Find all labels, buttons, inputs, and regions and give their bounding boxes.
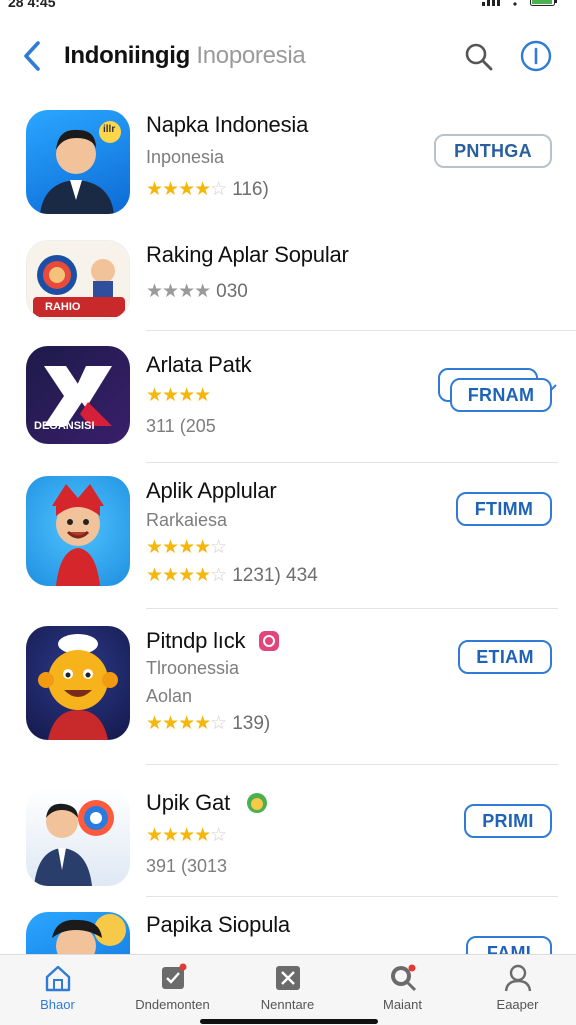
app-name: Arlata Patk (146, 352, 252, 377)
status-time: 28 4:45 (8, 0, 56, 10)
tab-label: Maiant (382, 997, 423, 1012)
battery-icon (530, 0, 557, 6)
get-button[interactable]: FAMI (466, 936, 552, 956)
app-name: Napka Indonesia (146, 112, 309, 137)
list-item[interactable]: illr Napka Indonesia Inponesia ★★★★☆ 116… (0, 110, 576, 220)
list-item[interactable]: Papika Siopula FAMI (0, 912, 576, 956)
tab-label: Bhaor (40, 997, 75, 1012)
divider (146, 330, 576, 331)
star-rating-icon: ★★★★☆ (146, 179, 227, 200)
star-rating-icon: ★★★★ (146, 385, 211, 406)
app-icon-badge: illr (103, 124, 116, 135)
get-button[interactable]: ETIAM (458, 640, 552, 674)
status-icons (482, 0, 558, 6)
app-rating: ★★★★☆ 139) (146, 712, 270, 735)
app-rating: ★★★★☆ 1231) 434 (146, 564, 318, 587)
list-item[interactable]: Upik Gat ★★★★☆ 391 (3013 PRIMI (0, 788, 576, 888)
tab-label: Eaaper (496, 997, 539, 1012)
list-item[interactable]: DEOANSISI Arlata Patk ★★★★ 311 (205 FRNA… (0, 346, 576, 450)
wifi-icon (513, 2, 517, 6)
person-portrait-icon (34, 800, 114, 886)
app-rating: ★★★★☆ 116) (146, 178, 269, 201)
app-name: Raking Aplar Sopular (146, 242, 349, 267)
tab-label: Dndemonten (135, 997, 210, 1012)
page-title: Indoniingig Inoporesia (64, 42, 306, 70)
list-item[interactable]: RAHIO Raking Aplar Sopular ★★★★ 030 RITK… (0, 240, 576, 402)
cartoon-character-icon (52, 484, 104, 586)
get-button[interactable]: PNTHGA (434, 134, 552, 168)
app-subtitle-secondary: Aolan (146, 686, 193, 706)
tab-home[interactable]: Bhaor (0, 955, 115, 1025)
app-name: Papika Siopula (146, 912, 290, 937)
rating-count: 030 (216, 280, 248, 302)
app-icon: DEOANSISI (26, 346, 130, 444)
app-list: illr Napka Indonesia Inponesia ★★★★☆ 116… (0, 96, 576, 956)
star-rating-icon: ★★★★☆ (146, 537, 227, 558)
search-button[interactable] (462, 40, 496, 74)
app-subtitle: Tlroonessia (146, 658, 240, 678)
app-icon-badge: DEOANSISI (34, 420, 95, 432)
list-item[interactable]: Aplik Applular Rarkaiesa ★★★★☆ ★★★★☆ 123… (0, 476, 576, 596)
rating-count: 391 (3013 (146, 856, 228, 876)
app-rating: ★★★★☆ (146, 824, 227, 847)
tab-discover[interactable]: Dndemonten (115, 955, 230, 1025)
get-button[interactable]: FTIMM (456, 492, 552, 526)
app-rating: ★★★★☆ (146, 536, 227, 559)
mascot-icon (38, 634, 118, 740)
app-subtitle: Rarkaiesa (146, 510, 228, 530)
person-icon (504, 964, 531, 992)
page-title-main: Indoniingig (64, 42, 190, 69)
get-button[interactable]: PRIMI (464, 804, 552, 838)
page-title-sub: Inoporesia (190, 42, 306, 69)
tab-bar: Bhaor Dndemonten Nenntare Maiant Eaaper (0, 954, 576, 1025)
divider (146, 896, 558, 897)
star-rating-icon: ★★★★☆ (146, 565, 227, 586)
tab-search[interactable]: Maiant (345, 955, 460, 1025)
app-icon (26, 476, 130, 586)
search-icon (465, 43, 493, 71)
app-icon (26, 626, 130, 740)
divider (146, 608, 558, 609)
info-button[interactable] (520, 40, 552, 72)
magnifier-icon (390, 964, 416, 992)
app-icon-badge: RAHIO (45, 301, 81, 313)
star-rating-icon: ★★★★ (146, 281, 211, 302)
app-icon: RAHIO (26, 240, 130, 320)
list-item[interactable]: Pitndp lıck Tlroonessia Aolan ★★★★☆ 139)… (0, 626, 576, 746)
app-icon: illr (26, 110, 130, 214)
star-rating-icon: ★★★★☆ (146, 825, 227, 846)
rating-count: 1231) 434 (232, 564, 318, 586)
app-icon (26, 788, 130, 886)
app-rating: ★★★★ 030 (146, 280, 248, 303)
app-name: Upik Gat (146, 790, 230, 815)
divider (146, 764, 558, 765)
home-icon (45, 965, 70, 992)
app-rating: ★★★★ (146, 384, 211, 407)
app-icon (26, 912, 130, 956)
tab-apps[interactable]: Nenntare (230, 955, 345, 1025)
app-name: Pitndp lıck (146, 628, 246, 653)
rating-count: 116) (232, 178, 269, 200)
star-rating-icon: ★★★★☆ (146, 713, 227, 734)
info-icon (520, 40, 552, 72)
back-button[interactable] (18, 38, 48, 74)
get-button[interactable]: FRNAM (450, 378, 552, 412)
chevron-left-icon (24, 41, 40, 71)
signal-icon (482, 0, 500, 6)
rating-count: 311 (205 (146, 416, 216, 436)
apps-icon (275, 966, 300, 990)
camera-emoji-icon (259, 631, 279, 651)
clipboard-icon (161, 963, 186, 989)
person-portrait-icon (52, 914, 126, 956)
face-emoji-icon (247, 793, 267, 813)
tab-profile[interactable]: Eaaper (460, 955, 575, 1025)
app-name: Aplik Applular (146, 478, 277, 503)
tab-label: Nenntare (260, 997, 315, 1012)
nav-bar: Indoniingig Inoporesia (0, 20, 576, 92)
status-bar: 28 4:45 (0, 0, 576, 14)
app-subtitle: Inponesia (146, 147, 225, 167)
home-indicator (200, 1019, 378, 1024)
rating-count: 139) (232, 712, 271, 734)
divider (146, 462, 558, 463)
